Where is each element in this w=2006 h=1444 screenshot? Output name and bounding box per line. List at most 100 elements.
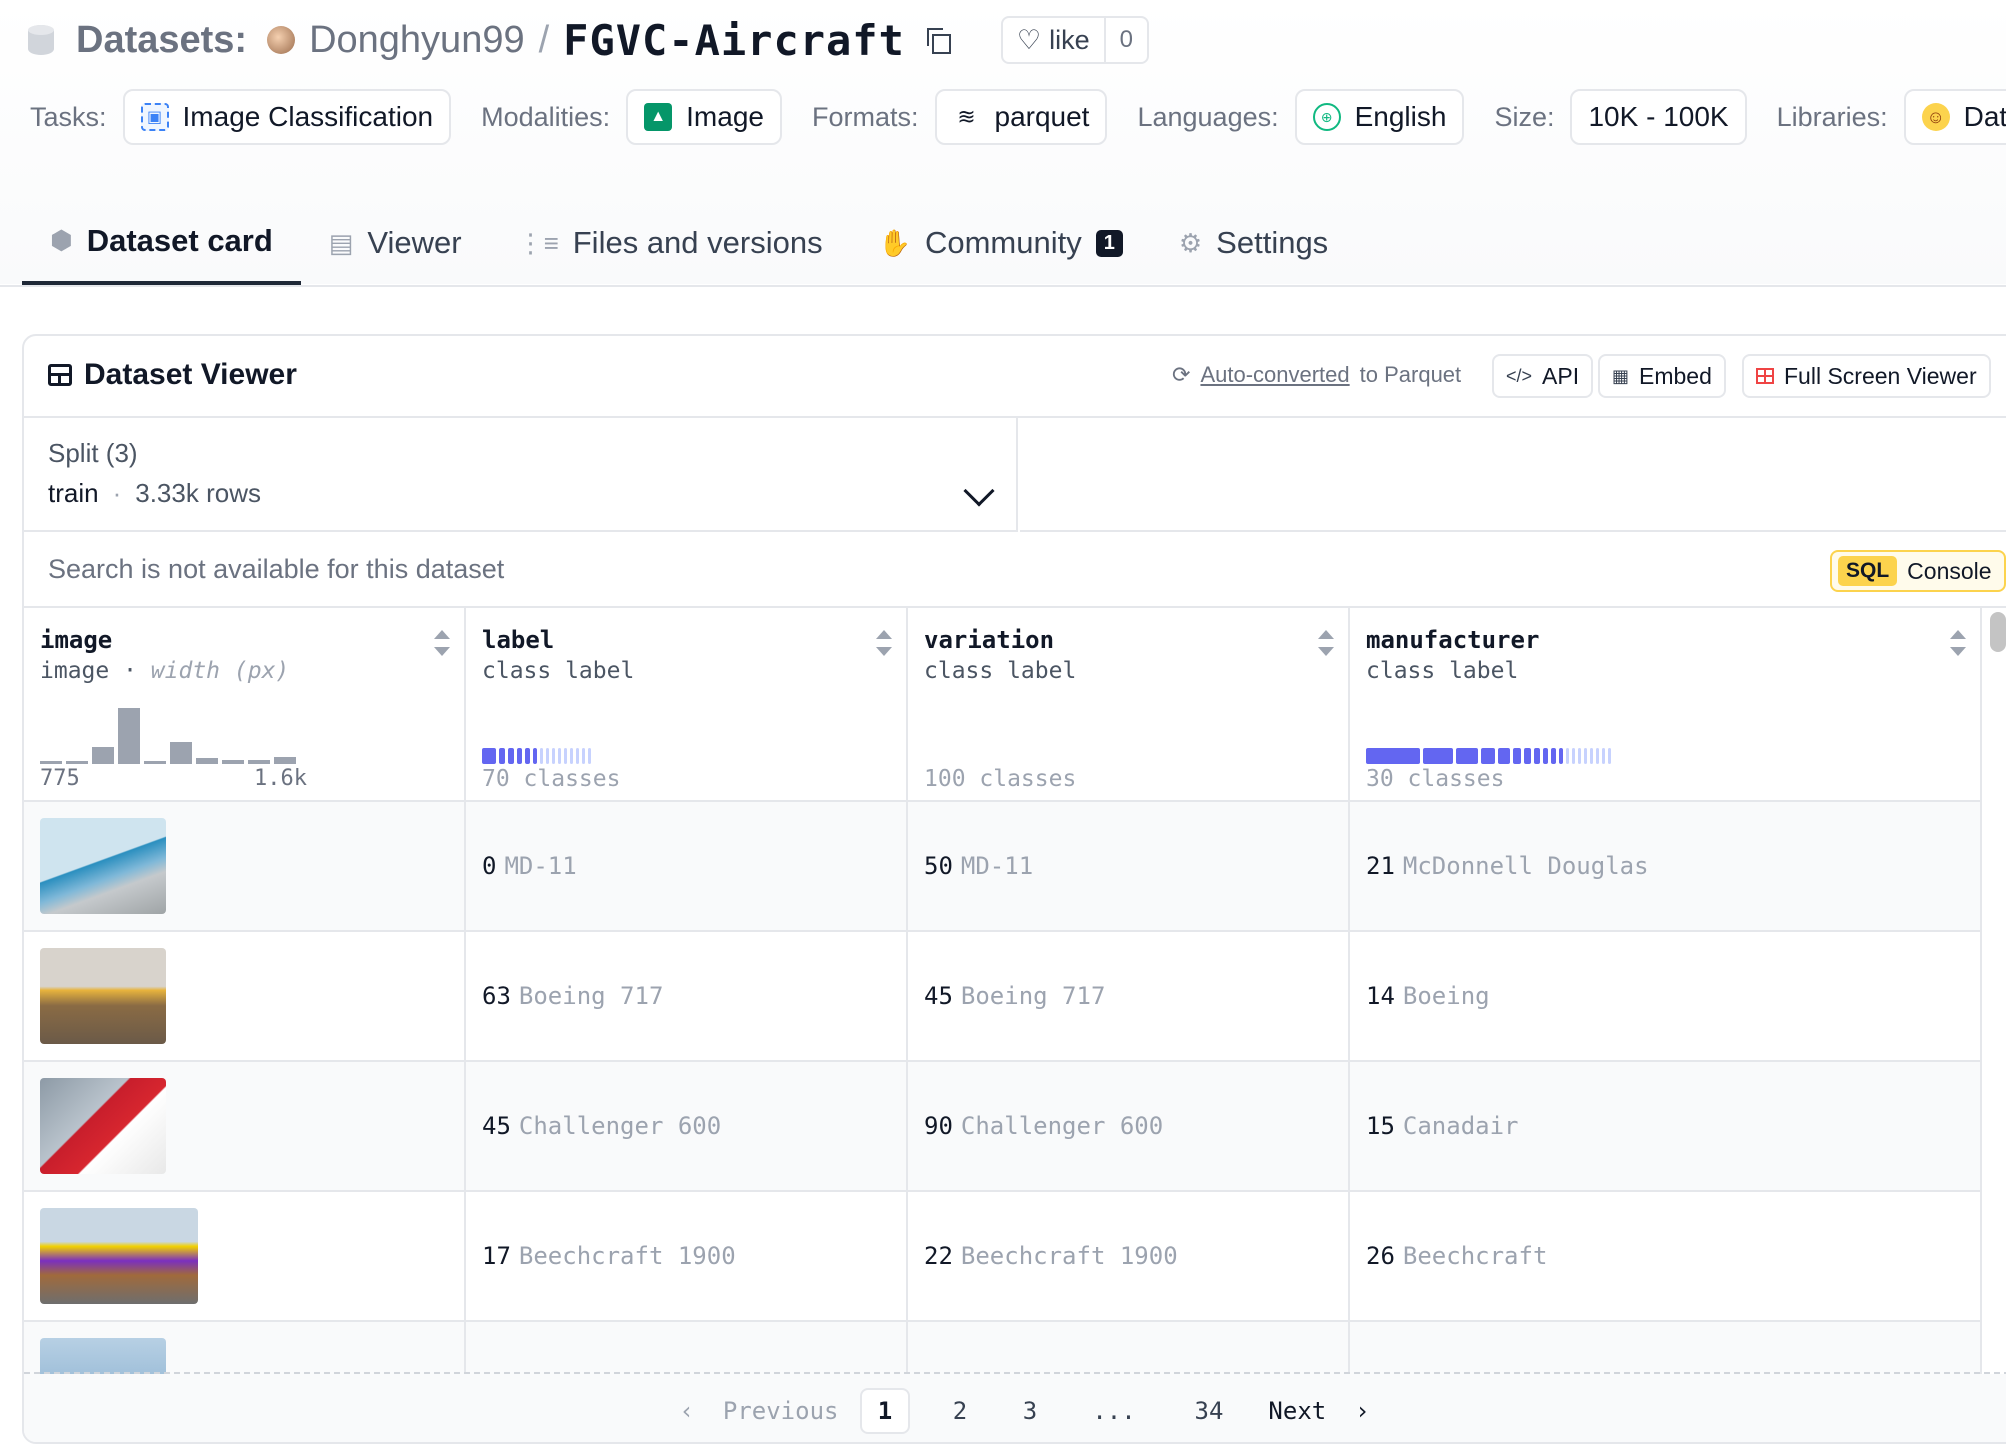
page-button-2[interactable]: 2 (940, 1388, 980, 1434)
dataset-viewer: Dataset Viewer ⟳ Auto-converted to Parqu… (22, 334, 2006, 1444)
split-label: Split (3) (48, 438, 138, 468)
label-cell[interactable]: 63 Boeing 717 (466, 932, 908, 1062)
tag-parquet[interactable]: ≋ parquet (934, 89, 1108, 145)
class-segment (1608, 748, 1611, 764)
class-id: 50 (924, 852, 953, 880)
width-histogram[interactable] (40, 704, 302, 764)
class-name: Boeing 717 (518, 982, 664, 1010)
class-distribution-bar[interactable] (1366, 748, 1611, 764)
class-segment (1513, 748, 1521, 764)
class-segment (1590, 748, 1593, 764)
full-screen-viewer-button[interactable]: Full Screen Viewer (1742, 354, 1991, 398)
tab-settings[interactable]: ⚙ Settings (1151, 200, 1356, 286)
histogram-bar[interactable] (274, 757, 296, 764)
like-count[interactable]: 0 (1103, 18, 1147, 62)
globe-icon: ⊕ (1312, 103, 1341, 131)
label-cell[interactable]: 45 Challenger 600 (466, 1062, 908, 1192)
tab-label: Viewer (367, 225, 462, 260)
owner-avatar[interactable] (267, 26, 296, 54)
class-id: 90 (924, 1112, 953, 1140)
image-cell[interactable] (24, 932, 466, 1062)
datasets-section-label[interactable]: Datasets: (76, 19, 247, 62)
tag-image-classification[interactable]: ▣ Image Classification (122, 89, 452, 145)
tag-datasets[interactable]: ☺ Datasets (1903, 89, 2006, 145)
copy-icon[interactable] (926, 28, 951, 54)
auto-converted-link[interactable]: Auto-converted (1200, 362, 1349, 388)
column-header-label[interactable]: label class label 70 classes (466, 608, 908, 802)
embed-button[interactable]: ▦ Embed (1598, 354, 1726, 398)
column-header-variation[interactable]: variation class label 100 classes (908, 608, 1350, 802)
page-button-3[interactable]: 3 (1010, 1388, 1050, 1434)
like-button[interactable]: ♡ like 0 (1000, 16, 1149, 64)
owner-link[interactable]: Donghyun99 (309, 19, 525, 62)
aircraft-thumbnail[interactable] (40, 818, 166, 914)
manufacturer-cell[interactable]: 15 Canadair (1350, 1062, 1982, 1192)
histogram-bar[interactable] (66, 761, 88, 764)
community-icon: ✋ (878, 227, 911, 258)
sort-icon[interactable] (1318, 630, 1334, 656)
tab-files-and-versions[interactable]: ⋮≡ Files and versions (490, 200, 851, 286)
histogram-bar[interactable] (40, 761, 62, 764)
previous-page-button[interactable]: ‹ Previous (674, 1388, 844, 1434)
page-button-34[interactable]: 34 (1184, 1388, 1234, 1434)
column-name: manufacturer (1366, 626, 1540, 654)
sort-icon[interactable] (434, 630, 450, 656)
heart-icon: ♡ (1016, 24, 1042, 55)
manufacturer-cell[interactable]: 14 Boeing (1350, 932, 1982, 1062)
table-row[interactable]: 0 MD-11 50 MD-11 21 McDonnell Douglas (24, 802, 1982, 932)
column-header-manufacturer[interactable]: manufacturer class label 30 classes (1350, 608, 1982, 802)
manufacturer-cell[interactable]: 26 Beechcraft (1350, 1192, 1982, 1322)
tag-english[interactable]: ⊕ English (1294, 89, 1465, 145)
image-classification-icon: ▣ (140, 103, 169, 131)
aircraft-thumbnail[interactable] (40, 1208, 198, 1304)
chevron-down-icon[interactable] (963, 475, 995, 507)
label-cell[interactable]: 0 MD-11 (466, 802, 908, 932)
next-page-button[interactable]: Next › (1264, 1388, 1374, 1434)
variation-cell[interactable]: 90 Challenger 600 (908, 1062, 1350, 1192)
class-segment (1602, 748, 1605, 764)
histogram-bar[interactable] (196, 758, 218, 764)
class-segment (499, 748, 505, 764)
table-row[interactable]: 17 Beechcraft 1900 22 Beechcraft 1900 26 Be… (24, 1192, 1982, 1322)
tab-community[interactable]: ✋ Community 1 (851, 200, 1151, 286)
tab-dataset-card[interactable]: ⬢ Dataset card (22, 200, 301, 286)
sql-console-button[interactable]: SQL Console (1830, 550, 2006, 592)
histogram-bar[interactable] (248, 760, 270, 764)
histogram-bar[interactable] (170, 742, 192, 764)
histogram-bar[interactable] (144, 761, 166, 764)
aircraft-thumbnail[interactable] (40, 948, 166, 1044)
label-cell[interactable]: 17 Beechcraft 1900 (466, 1192, 908, 1322)
tab-viewer[interactable]: ▤ Viewer (301, 200, 490, 286)
image-cell[interactable] (24, 802, 466, 932)
tag-image[interactable]: ▲ Image (626, 89, 782, 145)
class-id: 63 (482, 982, 511, 1010)
column-type: image · width (px) (40, 658, 290, 684)
scrollbar-thumb[interactable] (1990, 612, 2006, 652)
table-row[interactable]: 63 Boeing 717 45 Boeing 717 14 Boeing (24, 932, 1982, 1062)
histogram-bar[interactable] (118, 708, 140, 764)
image-cell[interactable] (24, 1192, 466, 1322)
sort-icon[interactable] (1950, 630, 1966, 656)
class-segment (1566, 748, 1569, 764)
api-button[interactable]: </> API (1492, 354, 1594, 398)
scrollbar-track[interactable] (1984, 608, 2006, 1372)
histogram-bar[interactable] (222, 760, 244, 764)
column-header-image[interactable]: image image · width (px) 775 1.6k (24, 608, 466, 802)
histogram-bar[interactable] (92, 747, 114, 764)
split-selector[interactable]: Split (3) train · 3.33k rows (24, 418, 1018, 532)
class-distribution-bar[interactable] (482, 748, 591, 764)
class-segment (1498, 748, 1510, 764)
manufacturer-cell[interactable]: 21 McDonnell Douglas (1350, 802, 1982, 932)
repo-name[interactable]: FGVC-Aircraft (563, 16, 905, 65)
page-button-1[interactable]: 1 (860, 1388, 910, 1434)
class-name: Beechcraft 1900 (960, 1242, 1178, 1270)
sort-icon[interactable] (876, 630, 892, 656)
size-label: Size: (1494, 101, 1555, 132)
variation-cell[interactable]: 45 Boeing 717 (908, 932, 1350, 1062)
aircraft-thumbnail[interactable] (40, 1078, 166, 1174)
tag-size[interactable]: 10K - 100K (1570, 89, 1747, 145)
table-row[interactable]: 45 Challenger 600 90 Challenger 600 15 Cana… (24, 1062, 1982, 1192)
image-cell[interactable] (24, 1062, 466, 1192)
variation-cell[interactable]: 22 Beechcraft 1900 (908, 1192, 1350, 1322)
variation-cell[interactable]: 50 MD-11 (908, 802, 1350, 932)
